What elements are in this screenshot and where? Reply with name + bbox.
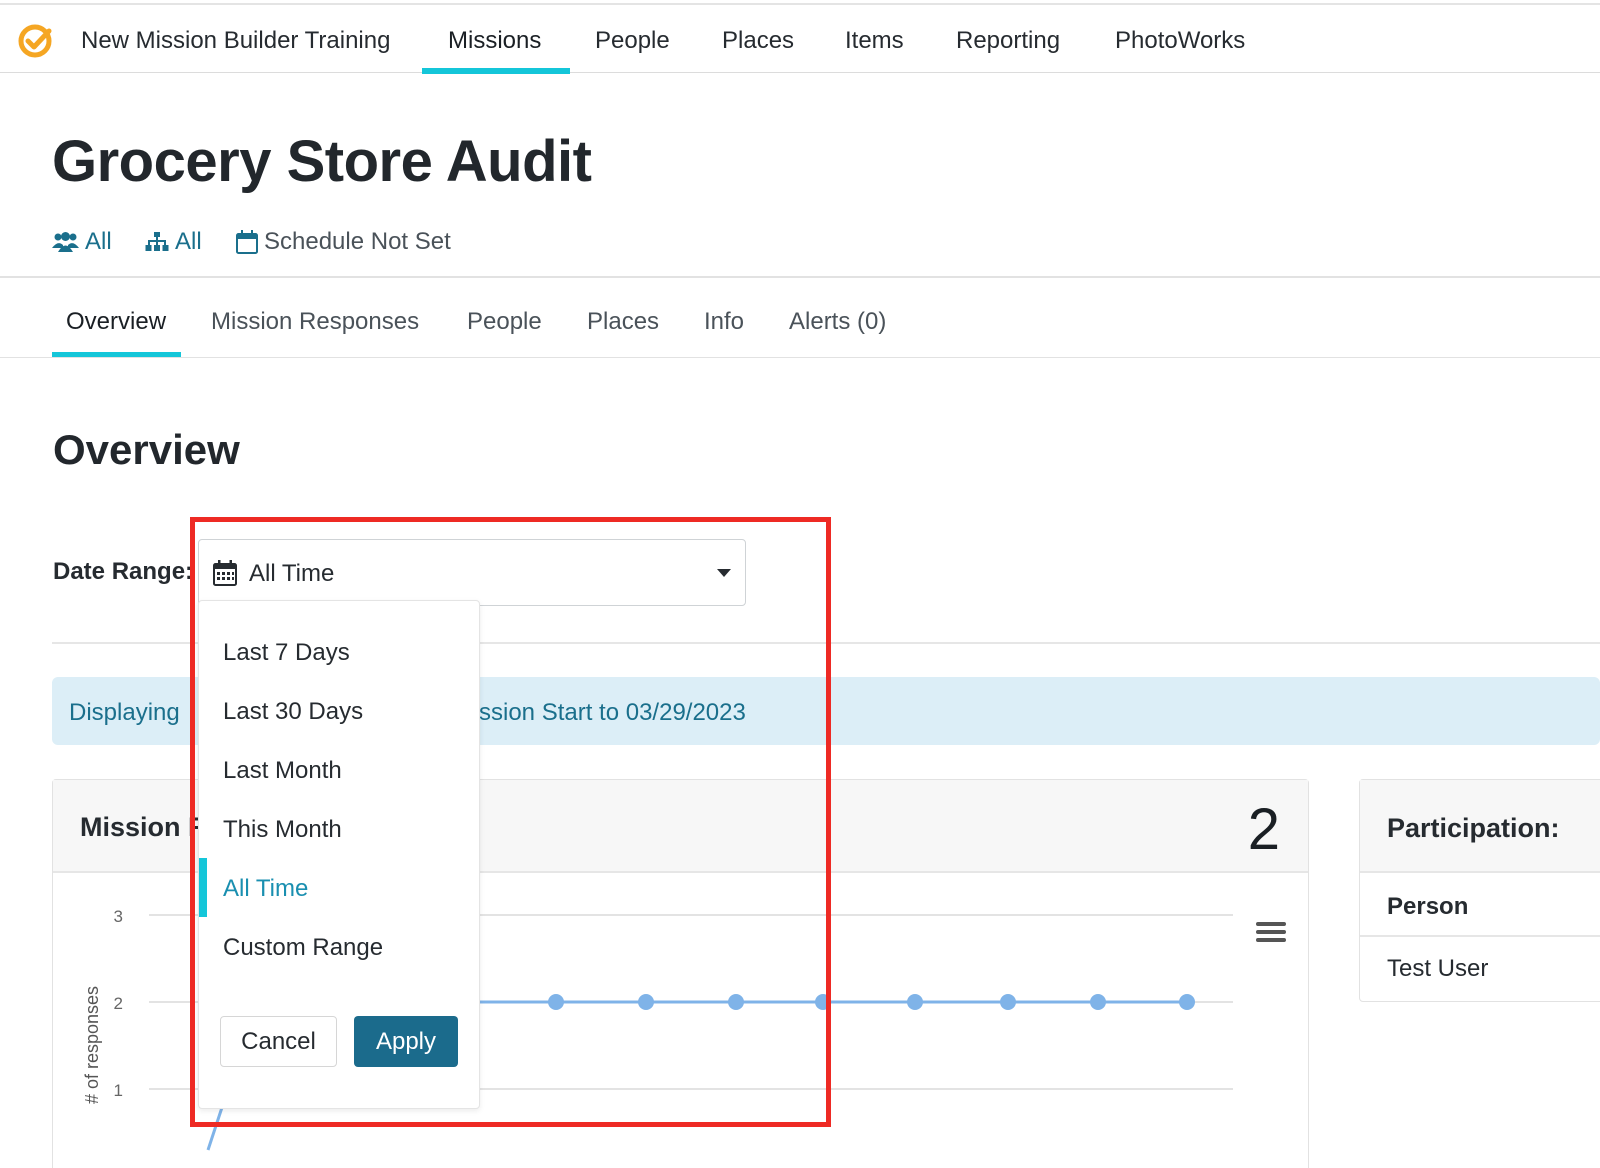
calendar-icon	[236, 230, 258, 254]
tab-info[interactable]: Info	[704, 308, 744, 336]
date-range-label: Date Range:	[53, 558, 194, 585]
info-text-start: Displaying	[69, 699, 180, 726]
data-point	[907, 994, 923, 1010]
y-tick-label: 1	[114, 1081, 123, 1100]
top-navigation: New Mission Builder Training Missions Pe…	[0, 3, 1600, 74]
users-icon	[52, 232, 79, 252]
people-filter[interactable]: All	[52, 228, 112, 256]
org-name-link[interactable]: New Mission Builder Training	[81, 27, 390, 55]
tab-mission-responses[interactable]: Mission Responses	[211, 308, 419, 336]
tab-alerts[interactable]: Alerts (0)	[789, 308, 886, 336]
participation-row: Test User	[1387, 955, 1489, 982]
participation-column-header: Person	[1387, 893, 1469, 920]
data-point	[1000, 994, 1016, 1010]
divider	[0, 357, 1600, 358]
divider	[1360, 935, 1600, 937]
date-range-dropdown: Last 7 Days Last 30 Days Last Month This…	[198, 600, 480, 1109]
nav-reporting[interactable]: Reporting	[956, 27, 1060, 55]
y-tick-label: 2	[114, 994, 123, 1013]
nav-people[interactable]: People	[595, 27, 670, 55]
section-title: Overview	[53, 426, 240, 473]
option-this-month[interactable]: This Month	[223, 816, 342, 844]
places-filter[interactable]: All	[145, 228, 202, 256]
active-nav-indicator	[422, 68, 570, 74]
apply-button[interactable]: Apply	[354, 1016, 458, 1067]
chart-menu-icon[interactable]	[1256, 922, 1286, 946]
tab-people[interactable]: People	[467, 308, 542, 336]
nav-photoworks[interactable]: PhotoWorks	[1115, 27, 1245, 55]
schedule-link[interactable]: Schedule Not Set	[236, 228, 451, 256]
divider	[0, 276, 1600, 278]
data-point	[728, 994, 744, 1010]
places-filter-label: All	[175, 228, 202, 255]
data-point	[815, 994, 831, 1010]
date-range-select[interactable]: All Time	[198, 539, 746, 606]
nav-items[interactable]: Items	[845, 27, 904, 55]
data-point	[548, 994, 564, 1010]
info-text-end: ssion Start to 03/29/2023	[479, 699, 746, 726]
data-point	[1090, 994, 1106, 1010]
participation-title: Participation:	[1387, 813, 1560, 843]
tab-overview[interactable]: Overview	[66, 308, 166, 336]
data-point	[1179, 994, 1195, 1010]
nav-missions[interactable]: Missions	[448, 27, 541, 55]
app-logo-icon[interactable]	[17, 23, 53, 59]
option-last-7-days[interactable]: Last 7 Days	[223, 639, 350, 667]
option-custom-range[interactable]: Custom Range	[223, 934, 383, 962]
schedule-label: Schedule Not Set	[264, 228, 451, 255]
people-filter-label: All	[85, 228, 112, 255]
cancel-button[interactable]: Cancel	[220, 1016, 337, 1067]
y-tick-label: 3	[114, 907, 123, 926]
hierarchy-icon	[145, 232, 169, 251]
participation-card: Participation: Person Test User	[1359, 779, 1600, 1002]
nav-places[interactable]: Places	[722, 27, 794, 55]
data-point	[638, 994, 654, 1010]
date-range-value: All Time	[249, 560, 335, 587]
page-title: Grocery Store Audit	[52, 129, 592, 194]
calendar-icon	[213, 560, 237, 586]
participation-header: Participation:	[1360, 780, 1600, 873]
tab-places[interactable]: Places	[587, 308, 659, 336]
option-last-30-days[interactable]: Last 30 Days	[223, 698, 363, 726]
selected-option-indicator	[199, 858, 207, 917]
y-axis-label: # of responses	[82, 986, 102, 1104]
option-last-month[interactable]: Last Month	[223, 757, 342, 785]
option-all-time[interactable]: All Time	[223, 875, 308, 903]
caret-down-icon	[717, 569, 731, 577]
